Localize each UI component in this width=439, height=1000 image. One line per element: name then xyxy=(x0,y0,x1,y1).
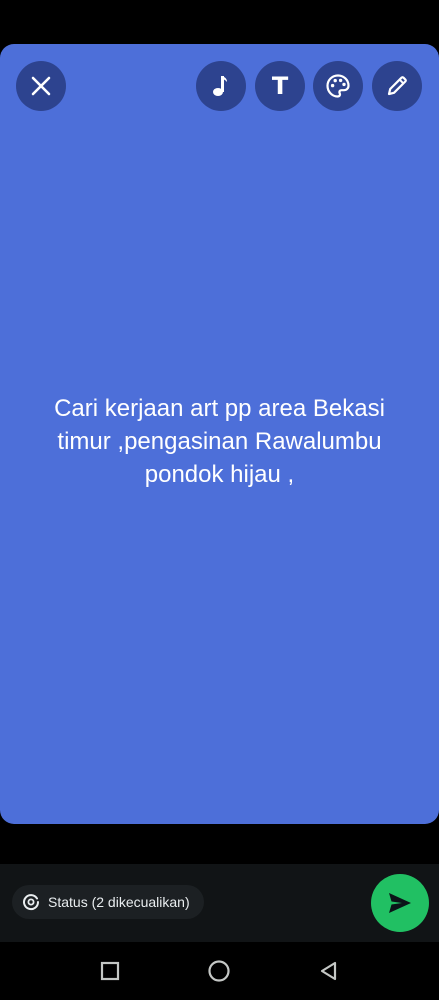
square-icon xyxy=(100,961,120,981)
send-button[interactable] xyxy=(371,874,429,932)
back-button[interactable] xyxy=(311,953,347,989)
status-composer-screen: T Cari kerjaan art pp area Bekasi timur … xyxy=(0,0,439,1000)
close-button[interactable] xyxy=(16,61,66,111)
privacy-label: Status (2 dikecualikan) xyxy=(48,894,190,910)
home-button[interactable] xyxy=(201,953,237,989)
background-color-button[interactable] xyxy=(313,61,363,111)
status-message-text[interactable]: Cari kerjaan art pp area Bekasi timur ,p… xyxy=(40,392,399,491)
palette-icon xyxy=(326,74,350,98)
privacy-status-icon xyxy=(22,893,40,911)
text-icon: T xyxy=(271,72,289,100)
recents-button[interactable] xyxy=(92,953,128,989)
music-note-icon xyxy=(213,76,227,96)
close-icon xyxy=(31,76,51,96)
pencil-icon xyxy=(387,76,407,96)
triangle-back-icon xyxy=(320,961,337,981)
add-music-button[interactable] xyxy=(196,61,246,111)
status-privacy-button[interactable]: Status (2 dikecualikan) xyxy=(12,885,204,919)
text-font-button[interactable]: T xyxy=(255,61,305,111)
send-icon xyxy=(389,893,411,913)
draw-button[interactable] xyxy=(372,61,422,111)
circle-icon xyxy=(208,960,230,982)
